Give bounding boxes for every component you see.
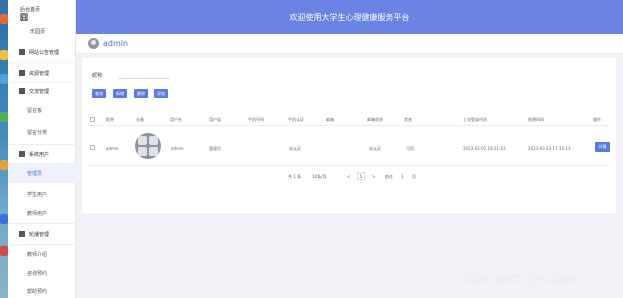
delete-button[interactable]: 删除 xyxy=(134,89,148,98)
grid-icon xyxy=(19,151,25,157)
sidebar-item-message-categories[interactable]: 留言分类 xyxy=(8,122,76,142)
watermark: CSDN @VX_ZYKJ985 xyxy=(460,274,577,286)
sidebar-item-label: 教师介绍 xyxy=(27,251,48,258)
prev-page-button[interactable]: < xyxy=(347,174,350,179)
desktop-strip xyxy=(0,0,8,298)
sidebar-item-label: 资源管理 xyxy=(29,70,50,77)
sidebar-item-announcements[interactable]: 网站公告管理 xyxy=(8,42,76,62)
sidebar-item-label: 学生用户 xyxy=(27,191,48,198)
add-button[interactable]: 新增 xyxy=(113,89,127,98)
desktop-icon xyxy=(0,214,8,224)
column-header[interactable]: 手机号码 xyxy=(248,117,264,123)
extra-add-button[interactable]: 添加 xyxy=(154,89,168,98)
select-all-checkbox[interactable] xyxy=(90,117,95,122)
sidebar-item-resources[interactable]: 资源管理 xyxy=(8,63,76,83)
sidebar-item-students[interactable]: 学生用户 xyxy=(8,184,76,204)
cell-nickname: admin xyxy=(106,146,119,151)
sidebar-item-help-booking[interactable]: 帮助预约 xyxy=(8,281,76,298)
sidebar-item-carousel[interactable]: 轮播管理 xyxy=(8,224,76,244)
column-header[interactable]: 邮箱状态 xyxy=(367,117,383,123)
page-title: 欢迎使用大学生心理健康服务平台 xyxy=(289,12,410,22)
sidebar-item-label: 轮播管理 xyxy=(29,231,50,238)
goto-unit: 页 xyxy=(412,174,416,179)
column-header[interactable]: 状态 xyxy=(404,117,412,123)
column-header: 操作 xyxy=(593,117,601,122)
desktop-icon xyxy=(0,14,8,24)
sidebar: 后台首页 囧 乐园页 网站公告管理 资源管理 交流管理 留言板 留言分类 系统用… xyxy=(8,0,76,298)
sidebar-logo[interactable]: 后台首页 囧 乐园页 xyxy=(20,6,45,35)
sidebar-item-messages[interactable]: 留言板 xyxy=(8,100,76,120)
detail-button[interactable]: 详情 xyxy=(595,142,610,152)
goto-label: 前往 xyxy=(385,174,393,179)
grid-icon xyxy=(19,231,25,237)
search-input[interactable] xyxy=(118,69,170,79)
cell-phone-auth: 未认证 xyxy=(289,146,301,151)
cell-group: 管理员 xyxy=(209,146,221,151)
sidebar-item-label: 咨询预约 xyxy=(27,270,48,277)
sidebar-item-label: 网站公告管理 xyxy=(29,49,60,56)
goto-page-input[interactable]: 1 xyxy=(401,174,404,179)
logo-sub-text: 乐园页 xyxy=(30,29,46,35)
username[interactable]: admin xyxy=(103,39,128,48)
column-header[interactable]: 昵称 xyxy=(106,117,114,123)
user-bar: admin xyxy=(76,34,623,54)
cell-state: 可用 xyxy=(406,146,414,151)
column-header[interactable]: 用户组 xyxy=(209,117,221,123)
column-header[interactable]: 手机认证 xyxy=(288,117,304,123)
desktop-icon xyxy=(0,160,8,170)
cell-email-state: 未认证 xyxy=(369,146,381,151)
grid-icon xyxy=(19,88,25,94)
sidebar-item-label: 管理员 xyxy=(27,170,43,177)
column-header[interactable]: 上次登录时间 xyxy=(463,117,487,123)
sidebar-item-system-users[interactable]: 系统用户 xyxy=(8,144,76,164)
sidebar-item-teacher-intro[interactable]: 教师介绍 xyxy=(8,244,76,264)
sidebar-item-admins[interactable]: 管理员 xyxy=(8,163,76,183)
avatar[interactable] xyxy=(88,38,99,49)
sidebar-item-label: 教师用户 xyxy=(27,210,48,217)
grid-icon xyxy=(19,70,25,76)
cell-last-login: 2023-03-01 18:21:43 xyxy=(463,146,506,151)
sidebar-item-communication[interactable]: 交流管理 xyxy=(8,81,76,101)
sidebar-item-label: 留言板 xyxy=(27,107,43,114)
sidebar-item-label: 交流管理 xyxy=(29,88,50,95)
desktop-icon xyxy=(0,50,8,60)
search-label: 昵称: xyxy=(92,73,104,79)
row-checkbox[interactable] xyxy=(90,145,95,150)
table-divider xyxy=(88,165,610,166)
next-page-button[interactable]: > xyxy=(372,174,375,179)
cell-username: admin xyxy=(171,146,184,151)
desktop-icon xyxy=(0,74,8,84)
column-header[interactable]: 创建时间 xyxy=(528,117,544,123)
top-header: 欢迎使用大学生心理健康服务平台 xyxy=(76,0,623,34)
cell-created: 2023-03-23 17:35:13 xyxy=(528,146,571,151)
desktop-icon xyxy=(0,246,8,256)
desktop-icon xyxy=(0,112,8,122)
sidebar-item-consult-booking[interactable]: 咨询预约 xyxy=(8,263,76,283)
sidebar-item-label: 帮助预约 xyxy=(27,288,48,295)
column-header: 头像 xyxy=(136,117,144,122)
sidebar-item-label: 留言分类 xyxy=(27,129,48,136)
user-photo[interactable] xyxy=(135,133,161,159)
column-header[interactable]: 邮箱 xyxy=(326,117,334,123)
sidebar-item-teachers[interactable]: 教师用户 xyxy=(8,203,76,223)
logo-mark: 囧 xyxy=(20,13,28,22)
sidebar-item-label: 系统用户 xyxy=(29,151,50,158)
pagination-total: 共 1 条 xyxy=(288,174,302,179)
table-divider xyxy=(88,125,610,126)
search-button[interactable]: 查询 xyxy=(92,89,106,98)
grid-icon xyxy=(19,49,25,55)
main-panel: 昵称: 查询 新增 删除 添加 昵称 头像 用户名 用户组 手机号码 手机认证 … xyxy=(82,58,616,213)
current-page[interactable]: 1 xyxy=(357,172,365,180)
column-header[interactable]: 用户名 xyxy=(170,117,182,123)
page-size-select[interactable]: 10条/页 xyxy=(312,174,326,180)
